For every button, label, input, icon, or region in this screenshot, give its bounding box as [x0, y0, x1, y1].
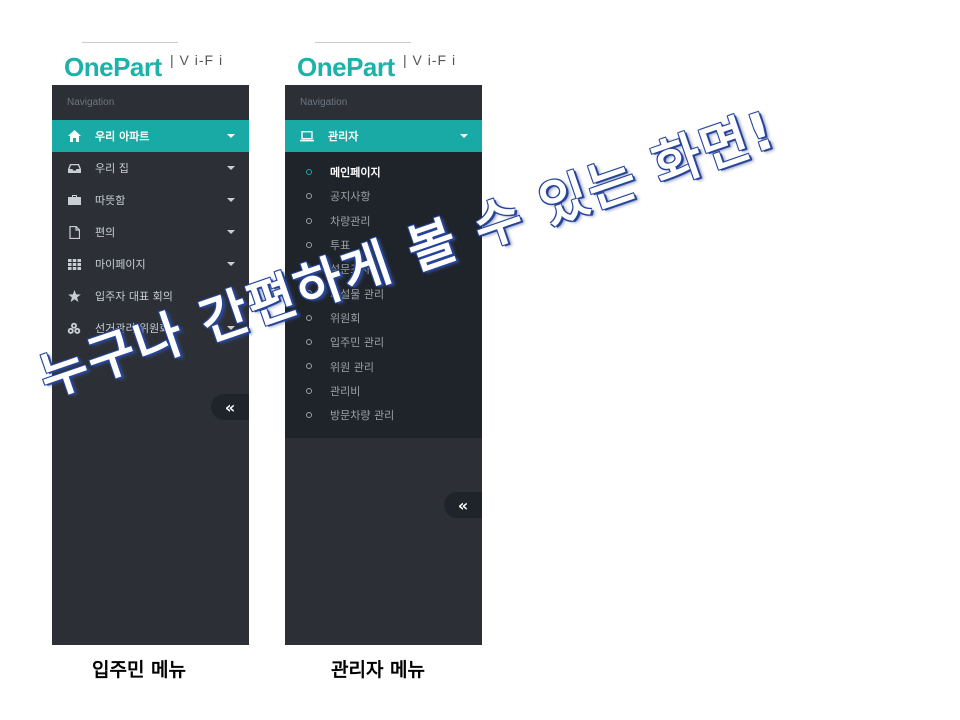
submenu-item-committee[interactable]: 위원회: [285, 306, 482, 330]
laptop-icon: [300, 129, 314, 143]
sidebar-item-admin[interactable]: 관리자: [285, 120, 482, 152]
admin-menu-panel: OnePart | V i-F i Navigation 관리자 메인페이지 공…: [285, 40, 482, 645]
chevron-down-icon: [227, 134, 235, 138]
submenu-item-label: 위원회: [330, 311, 361, 325]
briefcase-icon: [67, 193, 81, 207]
circle-icon: [306, 339, 312, 346]
logo: OnePart: [297, 52, 395, 82]
submenu-item-label: 차량관리: [330, 214, 371, 228]
submenu-item-label: 시설물 관리: [330, 287, 385, 301]
submenu-item-label: 위원 관리: [330, 360, 374, 374]
circle-icon: [306, 169, 312, 175]
sidebar-item-label: 관리자: [328, 130, 359, 143]
chevron-down-icon: [227, 230, 235, 234]
submenu-item-label: 설문조사: [330, 263, 371, 277]
chevron-down-icon: [227, 262, 235, 266]
submenu-item-label: 관리비: [330, 384, 361, 398]
sidebar-item-our-home[interactable]: 우리 집: [52, 152, 249, 184]
submenu-item-main-page[interactable]: 메인페이지: [285, 160, 482, 184]
circle-icon: [306, 193, 312, 200]
resident-menu-caption: 입주민 메뉴: [92, 659, 187, 681]
submenu-item-label: 입주민 관리: [330, 336, 385, 350]
submenu-item-facilities[interactable]: 시설물 관리: [285, 281, 482, 305]
sidebar-nav: Navigation 관리자 메인페이지 공지사항 차량관리 투표 설문조사 시…: [285, 85, 482, 645]
chevron-down-icon: [227, 198, 235, 202]
submenu-item-label: 메인페이지: [330, 166, 381, 180]
inbox-icon: [67, 161, 81, 175]
chevron-down-icon: [460, 134, 468, 138]
circle-icon: [306, 241, 312, 248]
star-icon: [67, 289, 81, 303]
circle-icon: [306, 314, 312, 321]
cubes-icon: [67, 321, 81, 335]
sidebar-item-label: 입주자 대표 회의: [95, 290, 173, 303]
home-icon: [67, 129, 81, 143]
sidebar-item-warmth[interactable]: 따뜻함: [52, 184, 249, 216]
nav-header: Navigation: [300, 97, 348, 108]
circle-icon: [306, 217, 312, 224]
sidebar-nav: Navigation 우리 아파트 우리 집 따뜻함 편의 마이페이지 입주자 …: [52, 85, 249, 645]
sidebar-item-residents-council[interactable]: 입주자 대표 회의: [52, 280, 249, 312]
admin-submenu: 메인페이지 공지사항 차량관리 투표 설문조사 시설물 관리 위원회 입주민 관…: [285, 152, 482, 438]
logo-subtitle: | V i-F i: [403, 52, 457, 68]
submenu-item-vote[interactable]: 투표: [285, 233, 482, 257]
submenu-item-survey[interactable]: 설문조사: [285, 257, 482, 281]
submenu-item-notices[interactable]: 공지사항: [285, 184, 482, 208]
submenu-item-members[interactable]: 위원 관리: [285, 354, 482, 378]
circle-icon: [306, 290, 312, 297]
sidebar-item-label: 편의: [95, 226, 116, 239]
sidebar-item-my-page[interactable]: 마이페이지: [52, 248, 249, 280]
chevron-down-icon: [227, 166, 235, 170]
admin-menu-caption: 관리자 메뉴: [331, 659, 426, 681]
sidebar-item-election-committee[interactable]: 선거관리 위원회: [52, 312, 249, 344]
submenu-item-label: 방문차량 관리: [330, 409, 395, 423]
submenu-item-label: 투표: [330, 239, 351, 253]
file-icon: [67, 225, 81, 239]
submenu-item-vehicles[interactable]: 차량관리: [285, 209, 482, 233]
collapse-sidebar-button[interactable]: «: [211, 394, 249, 420]
sidebar-item-label: 선거관리 위원회: [95, 322, 170, 335]
sidebar-item-label: 우리 집: [95, 162, 129, 175]
submenu-item-fees[interactable]: 관리비: [285, 379, 482, 403]
sidebar-item-our-apartment[interactable]: 우리 아파트: [52, 120, 249, 152]
grid-icon: [67, 257, 81, 271]
sidebar-item-convenience[interactable]: 편의: [52, 216, 249, 248]
resident-menu-panel: OnePart | V i-F i Navigation 우리 아파트 우리 집…: [52, 40, 249, 645]
circle-icon: [306, 363, 312, 370]
circle-icon: [306, 387, 312, 394]
circle-icon: [306, 266, 312, 273]
logo-subtitle: | V i-F i: [170, 52, 224, 68]
submenu-item-label: 공지사항: [330, 190, 371, 204]
submenu-item-residents[interactable]: 입주민 관리: [285, 330, 482, 354]
chevron-down-icon: [227, 326, 235, 330]
logo-header: OnePart | V i-F i: [52, 40, 249, 85]
logo: OnePart: [64, 52, 162, 82]
nav-header: Navigation: [67, 97, 115, 108]
submenu-item-visitor-vehicles[interactable]: 방문차량 관리: [285, 403, 482, 427]
chevron-down-icon: [227, 294, 235, 298]
logo-header: OnePart | V i-F i: [285, 40, 482, 85]
sidebar-item-label: 우리 아파트: [95, 130, 150, 143]
collapse-sidebar-button[interactable]: «: [444, 492, 482, 518]
sidebar-item-label: 마이페이지: [95, 258, 146, 271]
circle-icon: [306, 411, 312, 418]
sidebar-item-label: 따뜻함: [95, 194, 126, 207]
